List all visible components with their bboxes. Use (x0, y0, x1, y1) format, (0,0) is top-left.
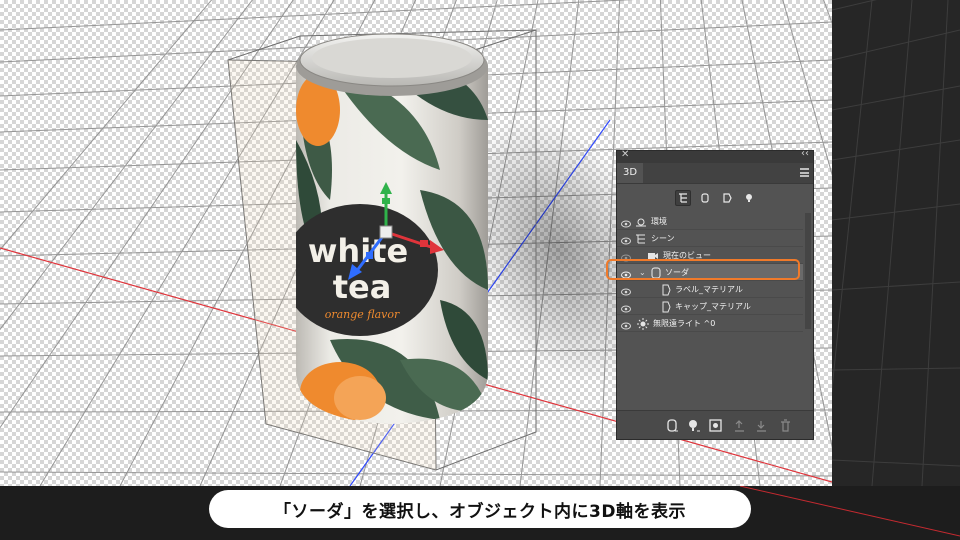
layer-row-current-view[interactable]: 現在のビュー (617, 247, 803, 264)
3d-panel[interactable]: ✕ ‹‹ 3D 環境 シーン 現在のビュー ⌄ ソーダ ラベル_マテリアル キャ… (616, 148, 814, 440)
layer-label: 環境 (651, 217, 667, 226)
layer-label: ソーダ (665, 268, 689, 277)
mesh-filter-icon[interactable] (697, 190, 713, 206)
add-mesh-icon[interactable] (665, 418, 679, 437)
tab-3d[interactable]: 3D (617, 163, 643, 183)
label-text-tea: tea (333, 268, 392, 306)
panel-scrollbar[interactable] (805, 213, 811, 329)
add-new-icon[interactable] (755, 418, 769, 437)
export-icon[interactable] (733, 418, 747, 437)
layer-label: シーン (651, 234, 675, 243)
add-light-icon[interactable] (687, 418, 701, 437)
light-icon (637, 318, 649, 336)
layer-row-label-material[interactable]: ラベル_マテリアル (617, 281, 803, 298)
layer-label: キャップ_マテリアル (675, 302, 751, 311)
delete-icon[interactable] (779, 418, 793, 437)
chevron-down-icon[interactable]: ⌄ (639, 264, 646, 281)
layer-label: 現在のビュー (663, 251, 711, 260)
panel-titlebar[interactable]: ✕ ‹‹ (617, 148, 813, 163)
filter-bar (617, 184, 813, 212)
visibility-eye-icon[interactable] (621, 319, 631, 336)
caption-banner: 「ソーダ」を選択し、オブジェクト内に3D軸を表示 (209, 490, 751, 528)
layer-label: 無限遠ライト ^0 (653, 319, 716, 328)
panel-bottom-toolbar (617, 410, 813, 439)
light-filter-icon[interactable] (741, 190, 757, 206)
collapse-icon[interactable]: ‹‹ (801, 148, 809, 159)
scene-filter-icon[interactable] (675, 190, 691, 206)
layer-list: 環境 シーン 現在のビュー ⌄ ソーダ ラベル_マテリアル キャップ_マテリアル (617, 213, 803, 332)
label-text-white: white (308, 232, 408, 270)
layer-row-environment[interactable]: 環境 (617, 213, 803, 230)
layer-row-cap-material[interactable]: キャップ_マテリアル (617, 298, 803, 315)
layer-row-infinite-light[interactable]: 無限遠ライト ^0 (617, 315, 803, 332)
label-text-flavor: orange flavor (325, 308, 400, 321)
viewport-dark-region (832, 0, 960, 486)
material-filter-icon[interactable] (719, 190, 735, 206)
render-icon[interactable] (709, 418, 723, 437)
layer-row-scene[interactable]: シーン (617, 230, 803, 247)
close-icon[interactable]: ✕ (621, 149, 629, 160)
layer-row-soda[interactable]: ⌄ ソーダ (617, 264, 803, 281)
layer-label: ラベル_マテリアル (675, 285, 743, 294)
panel-menu-icon[interactable] (800, 168, 809, 177)
